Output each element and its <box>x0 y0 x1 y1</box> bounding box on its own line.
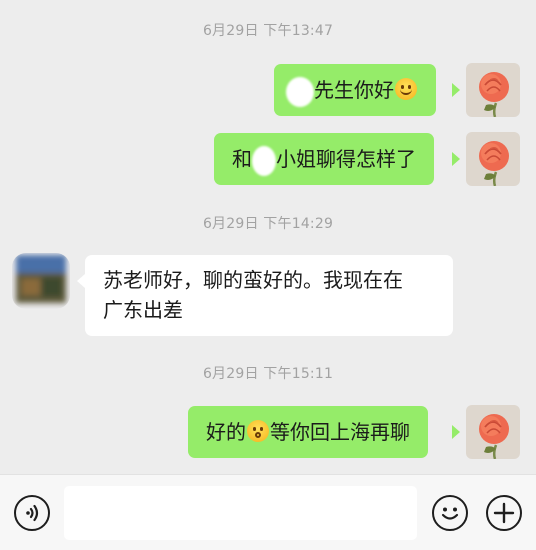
message-bubble-outgoing[interactable]: 好的 等你回上海再聊 <box>188 406 428 458</box>
bubble-tail <box>77 274 85 288</box>
plus-icon <box>493 502 515 524</box>
message-bubble-incoming[interactable]: 苏老师好，聊的蛮好的。我现在在 广东出差 <box>85 255 453 336</box>
voice-icon <box>26 504 39 522</box>
message-bubble-outgoing[interactable]: 先生你好 <box>274 64 436 116</box>
message-text: 等你回上海再聊 <box>270 420 410 444</box>
message-bubble-outgoing[interactable]: 和小姐聊得怎样了 <box>214 133 434 185</box>
voice-button[interactable] <box>14 495 50 531</box>
blush-emoji-icon <box>247 420 269 442</box>
redacted-name <box>252 145 276 176</box>
smile-emoji-icon <box>395 78 417 100</box>
emoji-button[interactable] <box>432 495 468 531</box>
timestamp: 6月29日 下午14:29 <box>202 216 334 232</box>
chat-area[interactable]: 6月29日 下午13:47 先生你好 和小姐聊得怎样了 6月29日 下午14:2… <box>0 0 536 474</box>
timestamp: 6月29日 下午15:11 <box>202 366 334 382</box>
message-text: 广东出差 <box>103 298 183 322</box>
bubble-tail <box>452 425 460 439</box>
message-text: 小姐聊得怎样了 <box>276 147 416 171</box>
bubble-tail <box>452 83 460 97</box>
contact-avatar[interactable] <box>12 253 70 309</box>
message-text: 好的 <box>206 420 246 444</box>
bubble-tail <box>452 152 460 166</box>
message-text: 苏老师好，聊的蛮好的。我现在在 <box>103 268 403 292</box>
input-toolbar <box>0 474 536 550</box>
my-avatar[interactable] <box>466 405 520 459</box>
my-avatar[interactable] <box>466 63 520 117</box>
my-avatar[interactable] <box>466 132 520 186</box>
plus-button[interactable] <box>486 495 522 531</box>
redacted-name <box>286 76 314 107</box>
message-text: 先生你好 <box>314 78 394 102</box>
timestamp: 6月29日 下午13:47 <box>202 23 334 39</box>
message-input[interactable] <box>64 486 417 540</box>
message-text: 和 <box>232 147 252 171</box>
emoji-icon <box>441 507 459 520</box>
